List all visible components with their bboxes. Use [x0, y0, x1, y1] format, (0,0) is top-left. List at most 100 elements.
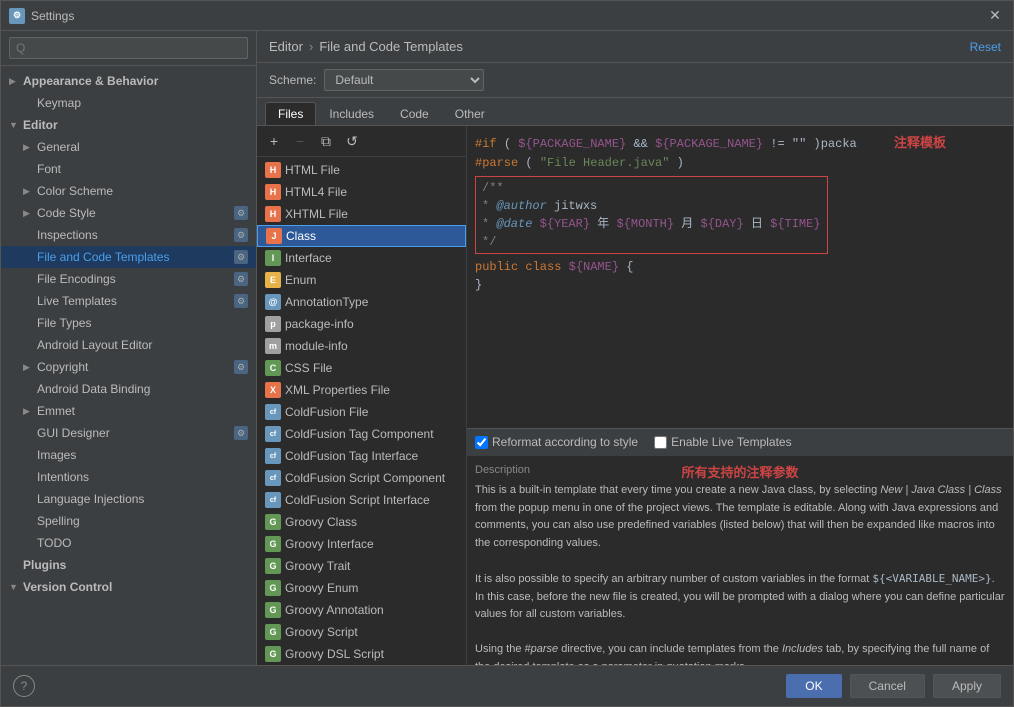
cancel-button[interactable]: Cancel	[850, 674, 925, 698]
sidebar-item-version-control[interactable]: ▼ Version Control	[1, 576, 256, 598]
file-item-xml-props[interactable]: X XML Properties File	[257, 379, 466, 401]
file-item-label: ColdFusion Tag Component	[285, 427, 434, 441]
sidebar-item-copyright[interactable]: ▶ Copyright ⚙	[1, 356, 256, 378]
file-item-html4-file[interactable]: H HTML4 File	[257, 181, 466, 203]
sidebar-item-intentions[interactable]: Intentions	[1, 466, 256, 488]
file-item-label: AnnotationType	[285, 295, 368, 309]
file-item-label: XML Properties File	[285, 383, 390, 397]
tab-files[interactable]: Files	[265, 102, 316, 125]
code-line-5: * @date ${YEAR} 年 ${MONTH} 月 ${DAY} 日 ${…	[482, 215, 821, 233]
xhtml-file-icon: H	[265, 206, 281, 222]
scheme-select[interactable]: Default Project	[324, 69, 484, 91]
main-content: ▶ Appearance & Behavior Keymap ▼ Editor	[1, 31, 1013, 665]
file-item-xhtml-file[interactable]: H XHTML File	[257, 203, 466, 225]
sidebar-item-label: Plugins	[23, 558, 248, 572]
file-item-groovy-enum[interactable]: G Groovy Enum	[257, 577, 466, 599]
file-item-module-info[interactable]: m module-info	[257, 335, 466, 357]
ok-button[interactable]: OK	[786, 674, 841, 698]
add-template-button[interactable]: +	[263, 130, 285, 152]
sidebar-item-keymap[interactable]: Keymap	[1, 92, 256, 114]
help-button[interactable]: ?	[13, 675, 35, 697]
code-editor[interactable]: #if ( ${PACKAGE_NAME} && ${PACKAGE_NAME}…	[467, 126, 1013, 428]
sidebar-item-spelling[interactable]: Spelling	[1, 510, 256, 532]
file-item-interface[interactable]: I Interface	[257, 247, 466, 269]
sidebar-item-appearance[interactable]: ▶ Appearance & Behavior	[1, 70, 256, 92]
arrow-icon: ▶	[23, 142, 37, 153]
sidebar-tree: ▶ Appearance & Behavior Keymap ▼ Editor	[1, 66, 256, 665]
live-templates-label: Enable Live Templates	[671, 435, 792, 449]
file-item-label: Groovy Trait	[285, 559, 350, 573]
file-item-groovy-interface[interactable]: G Groovy Interface	[257, 533, 466, 555]
file-item-label: package-info	[285, 317, 354, 331]
sidebar-item-code-style[interactable]: ▶ Code Style ⚙	[1, 202, 256, 224]
sidebar-item-label: Spelling	[37, 514, 248, 528]
reformat-checkbox[interactable]	[475, 436, 488, 449]
annotation-file-icon: @	[265, 294, 281, 310]
sidebar-item-file-types[interactable]: File Types	[1, 312, 256, 334]
file-item-cf-script-interface[interactable]: cf ColdFusion Script Interface	[257, 489, 466, 511]
file-item-coldfusion[interactable]: cf ColdFusion File	[257, 401, 466, 423]
sidebar-item-label: Live Templates	[37, 294, 230, 308]
sidebar-item-plugins[interactable]: Plugins	[1, 554, 256, 576]
file-item-css-file[interactable]: C CSS File	[257, 357, 466, 379]
file-item-cf-tag-component[interactable]: cf ColdFusion Tag Component	[257, 423, 466, 445]
arrow-icon: ▶	[9, 76, 23, 87]
cf-script-component-icon: cf	[265, 470, 281, 486]
close-button[interactable]: ✕	[985, 6, 1005, 26]
settings-badge: ⚙	[234, 206, 248, 220]
sidebar-item-label: Version Control	[23, 580, 248, 594]
footer-left: ?	[13, 675, 35, 697]
apply-button[interactable]: Apply	[933, 674, 1001, 698]
footer-right: OK Cancel Apply	[786, 674, 1001, 698]
file-list: + − ⧉ ↺ H HTML File H HTML4 File	[257, 126, 467, 665]
file-item-groovy-annotation[interactable]: G Groovy Annotation	[257, 599, 466, 621]
bottom-options: Reformat according to style Enable Live …	[467, 428, 1013, 455]
live-templates-checkbox[interactable]	[654, 436, 667, 449]
reset-button[interactable]: Reset	[970, 40, 1001, 54]
sidebar-item-gui-designer[interactable]: GUI Designer ⚙	[1, 422, 256, 444]
sidebar-item-general[interactable]: ▶ General	[1, 136, 256, 158]
sidebar-item-file-encodings[interactable]: File Encodings ⚙	[1, 268, 256, 290]
file-item-cf-script-component[interactable]: cf ColdFusion Script Component	[257, 467, 466, 489]
breadcrumb-current: File and Code Templates	[319, 39, 463, 54]
sidebar-item-android-layout[interactable]: Android Layout Editor	[1, 334, 256, 356]
right-panel: Editor › File and Code Templates Reset S…	[257, 31, 1013, 665]
sidebar-item-inspections[interactable]: Inspections ⚙	[1, 224, 256, 246]
sidebar-item-color-scheme[interactable]: ▶ Color Scheme	[1, 180, 256, 202]
file-item-label: Groovy Enum	[285, 581, 358, 595]
remove-template-button[interactable]: −	[289, 130, 311, 152]
tab-other[interactable]: Other	[442, 102, 498, 125]
file-item-label: ColdFusion File	[285, 405, 368, 419]
html-file-icon: H	[265, 162, 281, 178]
file-item-groovy-class[interactable]: G Groovy Class	[257, 511, 466, 533]
sidebar-item-todo[interactable]: TODO	[1, 532, 256, 554]
cf-file-icon: cf	[265, 404, 281, 420]
sidebar-item-live-templates[interactable]: Live Templates ⚙	[1, 290, 256, 312]
file-item-cf-tag-interface[interactable]: cf ColdFusion Tag Interface	[257, 445, 466, 467]
file-item-package-info[interactable]: p package-info	[257, 313, 466, 335]
sidebar-item-emmet[interactable]: ▶ Emmet	[1, 400, 256, 422]
file-item-enum[interactable]: E Enum	[257, 269, 466, 291]
sidebar-item-images[interactable]: Images	[1, 444, 256, 466]
cf-tag-interface-icon: cf	[265, 448, 281, 464]
scheme-label: Scheme:	[269, 73, 316, 87]
file-item-groovy-script[interactable]: G Groovy Script	[257, 621, 466, 643]
file-item-groovy-trait[interactable]: G Groovy Trait	[257, 555, 466, 577]
file-item-groovy-dsl[interactable]: G Groovy DSL Script	[257, 643, 466, 665]
tab-code[interactable]: Code	[387, 102, 442, 125]
groovy-script-icon: G	[265, 624, 281, 640]
file-item-html-file[interactable]: H HTML File	[257, 159, 466, 181]
file-item-annotation-type[interactable]: @ AnnotationType	[257, 291, 466, 313]
sidebar-item-language-injections[interactable]: Language Injections	[1, 488, 256, 510]
groovy-enum-icon: G	[265, 580, 281, 596]
reset-template-button[interactable]: ↺	[341, 130, 363, 152]
search-input[interactable]	[9, 37, 248, 59]
file-item-label: HTML4 File	[285, 185, 347, 199]
file-item-class[interactable]: J Class	[257, 225, 466, 247]
sidebar-item-android-data-binding[interactable]: Android Data Binding	[1, 378, 256, 400]
sidebar-item-editor[interactable]: ▼ Editor	[1, 114, 256, 136]
tab-includes[interactable]: Includes	[316, 102, 387, 125]
sidebar-item-font[interactable]: Font	[1, 158, 256, 180]
copy-template-button[interactable]: ⧉	[315, 130, 337, 152]
sidebar-item-file-code-templates[interactable]: File and Code Templates ⚙	[1, 246, 256, 268]
